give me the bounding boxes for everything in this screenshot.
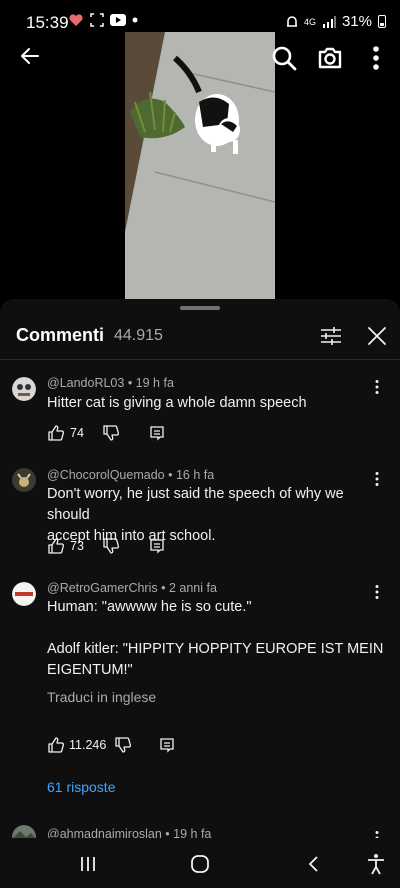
translate-link[interactable]: Traduci in inglese: [47, 689, 156, 705]
avatar-image: [12, 582, 36, 606]
header-divider: [0, 359, 400, 360]
drag-handle[interactable]: [180, 306, 220, 310]
filter-icon: [321, 327, 341, 345]
battery-icon: [378, 15, 386, 28]
like-button[interactable]: [47, 537, 65, 555]
comment-actions: 74: [47, 423, 166, 443]
close-icon: [368, 327, 386, 345]
system-navigation-bar: [0, 838, 400, 888]
comment-text: Human: "awwww he is so cute." Adolf kitl…: [47, 597, 387, 681]
avatar[interactable]: [12, 468, 36, 492]
video-frame: [125, 32, 275, 299]
like-count: 74: [70, 426, 84, 440]
back-nav-button[interactable]: [300, 852, 328, 876]
status-right: 4G 31%: [286, 13, 386, 30]
battery-percent: 31%: [341, 13, 372, 30]
comment-text: Hitter cat is giving a whole damn speech: [47, 393, 387, 414]
alarm-icon: [286, 15, 297, 27]
comment-time: 2 anni fa: [168, 581, 217, 595]
network-type: 4G: [303, 16, 316, 27]
comments-count: 44.915: [114, 327, 163, 344]
sort-filter-button[interactable]: [318, 323, 344, 349]
thumbs-down-icon: [103, 425, 119, 441]
camera-button[interactable]: [314, 42, 346, 74]
comments-panel: Commenti 44.915 @LandoRL03 • 19 h fa Hit…: [0, 299, 400, 888]
thumbs-up-icon: [48, 538, 65, 554]
meta-separator: •: [164, 468, 176, 482]
accessibility-icon: [368, 854, 384, 875]
dot-icon: [132, 17, 138, 23]
comment-time: 16 h fa: [175, 468, 215, 482]
reply-button[interactable]: [158, 736, 176, 754]
comment-time: 19 h fa: [135, 376, 174, 390]
comment-meta: @ChocorolQuemado • 16 h fa: [47, 468, 214, 482]
recent-apps-icon: [81, 857, 95, 871]
back-chevron-icon: [308, 856, 318, 872]
back-arrow-icon: [21, 48, 39, 64]
avatar-image: [12, 377, 36, 401]
close-panel-button[interactable]: [364, 323, 390, 349]
reply-button[interactable]: [148, 537, 166, 555]
reply-comment-icon: [150, 539, 164, 554]
thumbs-down-icon: [115, 737, 132, 753]
home-icon: [191, 855, 209, 873]
video-player[interactable]: [125, 32, 275, 299]
comment-line: Don't worry, he just said the speech of …: [47, 486, 344, 523]
search-icon: [272, 46, 297, 71]
recent-apps-button[interactable]: [74, 852, 102, 876]
back-button[interactable]: [14, 40, 46, 72]
comment-actions: 11.246: [47, 735, 176, 755]
like-button[interactable]: [47, 736, 65, 754]
home-button[interactable]: [186, 852, 214, 876]
screen-capture-icon: [90, 13, 104, 27]
comment-author[interactable]: @ChocorolQuemado: [47, 468, 165, 482]
search-button[interactable]: [268, 42, 300, 74]
comment-actions: 73: [47, 536, 166, 556]
avatar[interactable]: [12, 377, 36, 401]
comment-line: EIGENTUM!": [47, 662, 133, 678]
accessibility-button[interactable]: [362, 852, 390, 876]
like-button[interactable]: [47, 424, 65, 442]
more-vertical-icon: [373, 46, 379, 70]
thumbs-up-icon: [48, 425, 65, 441]
signal-icon: [322, 15, 336, 28]
camera-icon: [318, 47, 342, 69]
comments-header: Commenti 44.915: [0, 321, 400, 361]
comment-author[interactable]: @RetroGamerChris: [47, 581, 158, 595]
more-options-button[interactable]: [362, 42, 390, 74]
like-count: 11.246: [69, 738, 107, 752]
dislike-button[interactable]: [102, 424, 120, 442]
thumbs-down-icon: [103, 538, 119, 554]
reply-button[interactable]: [148, 424, 166, 442]
comment-line: [47, 618, 387, 639]
notification-icons: [68, 13, 138, 27]
avatar[interactable]: [12, 582, 36, 606]
dislike-button[interactable]: [114, 736, 132, 754]
heart-notification-icon: [69, 14, 83, 26]
dislike-button[interactable]: [102, 537, 120, 555]
comment-line: Human: "awwww he is so cute.": [47, 599, 252, 615]
meta-separator: •: [124, 376, 136, 390]
comments-title: Commenti: [16, 325, 105, 345]
comment-line: Hitter cat is giving a whole damn speech: [47, 395, 307, 411]
youtube-notification-icon: [110, 14, 126, 26]
reply-comment-icon: [150, 426, 164, 441]
avatar-image: [12, 468, 36, 492]
reply-comment-icon: [160, 738, 174, 753]
comment-meta: @LandoRL03 • 19 h fa: [47, 376, 174, 390]
comment-meta: @RetroGamerChris • 2 anni fa: [47, 581, 217, 595]
meta-separator: •: [157, 581, 169, 595]
comment-line: Adolf kitler: "HIPPITY HOPPITY EUROPE IS…: [47, 641, 384, 657]
thumbs-up-icon: [48, 737, 65, 753]
status-time: 15:39: [26, 13, 69, 32]
view-replies-link[interactable]: 61 risposte: [47, 779, 115, 795]
comment-author[interactable]: @LandoRL03: [47, 376, 124, 390]
like-count: 73: [70, 539, 84, 553]
